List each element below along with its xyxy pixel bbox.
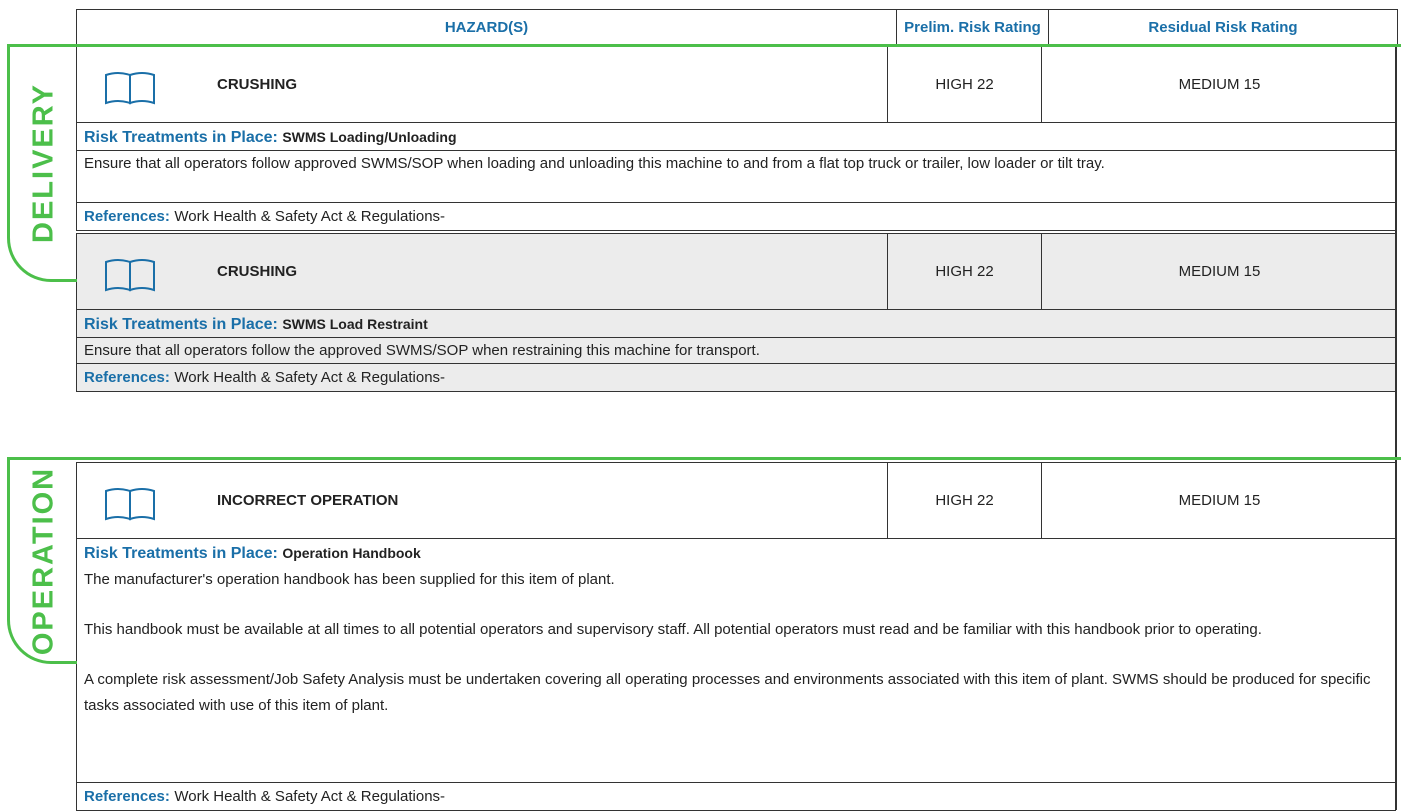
header-prelim-risk: Prelim. Risk Rating (896, 9, 1049, 45)
description-paragraph-1: The manufacturer's operation handbook ha… (84, 571, 615, 588)
prelim-rating: HIGH 22 (935, 492, 994, 509)
hazard-name: CRUSHING (217, 76, 298, 93)
section-divider-delivery (76, 44, 1401, 47)
risk-treatment-line: Risk Treatments in Place: SWMS Load Rest… (76, 310, 1396, 338)
book-icon (105, 259, 155, 292)
treatment-description: Ensure that all operators follow the app… (76, 338, 1396, 364)
description-paragraph-3: A complete risk assessment/Job Safety An… (84, 671, 1371, 714)
references-value: Work Health & Safety Act & Regulations- (174, 788, 446, 805)
treatment-title: SWMS Loading/Unloading (282, 129, 457, 145)
references-line: References: Work Health & Safety Act & R… (76, 364, 1396, 392)
residual-rating: MEDIUM 15 (1178, 263, 1261, 280)
hazard-name: CRUSHING (217, 263, 298, 280)
residual-rating: MEDIUM 15 (1178, 76, 1261, 93)
hazard-row: CRUSHING HIGH 22 MEDIUM 15 (76, 46, 1396, 123)
treatment-description: Ensure that all operators follow approve… (76, 151, 1396, 203)
header-residual-risk: Residual Risk Rating (1048, 9, 1398, 45)
hazard-name: INCORRECT OPERATION (217, 492, 399, 509)
hazard-row: CRUSHING HIGH 22 MEDIUM 15 (76, 233, 1396, 310)
references-label: References: (84, 208, 170, 225)
book-icon (105, 488, 155, 521)
residual-rating: MEDIUM 15 (1178, 492, 1261, 509)
section-tab-delivery: DELIVERY (7, 44, 77, 282)
references-line: References: Work Health & Safety Act & R… (76, 783, 1396, 811)
section-divider-operation (76, 457, 1401, 460)
hazard-row: INCORRECT OPERATION HIGH 22 MEDIUM 15 (76, 462, 1396, 539)
treatment-title: SWMS Load Restraint (282, 316, 428, 332)
risk-treatment-line: Risk Treatments in Place: SWMS Loading/U… (76, 123, 1396, 151)
table-header: HAZARD(S) Prelim. Risk Rating Residual R… (76, 9, 1398, 45)
risk-treatment-line: Risk Treatments in Place: Operation Hand… (76, 539, 1396, 565)
references-value: Work Health & Safety Act & Regulations- (174, 369, 446, 386)
treatment-description: The manufacturer's operation handbook ha… (76, 565, 1396, 783)
header-hazards: HAZARD(S) (76, 9, 897, 45)
references-value: Work Health & Safety Act & Regulations- (174, 208, 446, 225)
section-label-operation: OPERATION (27, 466, 59, 655)
prelim-rating: HIGH 22 (935, 263, 994, 280)
references-label: References: (84, 369, 170, 386)
references-line: References: Work Health & Safety Act & R… (76, 203, 1396, 231)
section-tab-operation: OPERATION (7, 457, 77, 664)
prelim-rating: HIGH 22 (935, 76, 994, 93)
treatment-title: Operation Handbook (282, 545, 421, 561)
section-label-delivery: DELIVERY (27, 83, 59, 243)
treatment-label: Risk Treatments in Place: (84, 316, 278, 333)
book-icon (105, 72, 155, 105)
treatment-label: Risk Treatments in Place: (84, 545, 278, 562)
description-paragraph-2: This handbook must be available at all t… (84, 621, 1262, 638)
references-label: References: (84, 788, 170, 805)
treatment-label: Risk Treatments in Place: (84, 129, 278, 146)
